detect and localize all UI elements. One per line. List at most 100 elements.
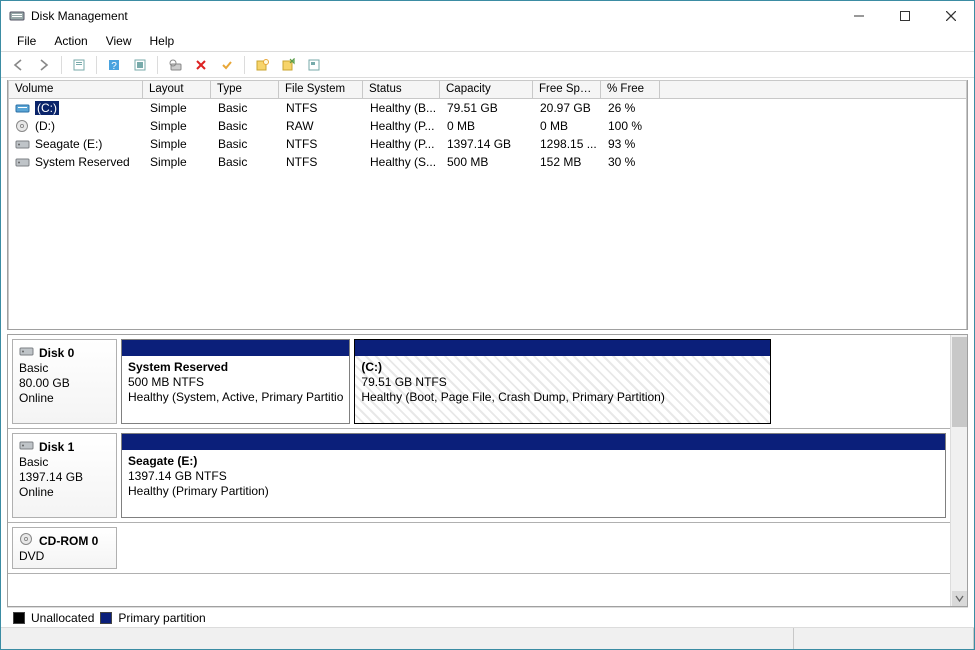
titlebar: Disk Management [1, 1, 974, 31]
disk-row[interactable]: Disk 1Basic1397.14 GBOnlineSeagate (E:)1… [8, 429, 950, 523]
volume-layout: Simple [144, 119, 212, 133]
partition-header-bar [355, 340, 770, 356]
svg-text:?: ? [111, 61, 117, 72]
content: Volume Layout Type File System Status Ca… [1, 78, 974, 627]
disk-icon [19, 532, 35, 549]
column-free[interactable]: Free Spa... [533, 80, 601, 98]
volume-status: Healthy (B... [364, 101, 441, 115]
separator [157, 56, 158, 74]
column-capacity[interactable]: Capacity [440, 80, 533, 98]
disk-status: Online [19, 485, 110, 500]
window-buttons [836, 1, 974, 31]
partition[interactable]: Seagate (E:)1397.14 GB NTFSHealthy (Prim… [121, 433, 946, 518]
disk-label-panel[interactable]: Disk 1Basic1397.14 GBOnline [12, 433, 117, 518]
volume-capacity: 1397.14 GB [441, 137, 534, 151]
volume-capacity: 500 MB [441, 155, 534, 169]
scrollbar-thumb[interactable] [952, 337, 967, 427]
disk-label-panel[interactable]: Disk 0Basic80.00 GBOnline [12, 339, 117, 424]
disk-map: Disk 0Basic80.00 GBOnlineSystem Reserved… [7, 334, 968, 607]
volume-free: 1298.15 ... [534, 137, 602, 151]
properties-button[interactable] [303, 54, 325, 76]
statusbar [1, 627, 974, 649]
volume-status: Healthy (P... [364, 137, 441, 151]
open-button[interactable] [277, 54, 299, 76]
volume-name: (D:) [35, 119, 55, 133]
menubar: File Action View Help [1, 31, 974, 51]
volume-capacity: 79.51 GB [441, 101, 534, 115]
disk-map-body[interactable]: Disk 0Basic80.00 GBOnlineSystem Reserved… [8, 335, 950, 606]
disk-label-panel[interactable]: CD-ROM 0DVD [12, 527, 117, 569]
volume-icon [15, 155, 31, 169]
volume-status: Healthy (P... [364, 119, 441, 133]
volume-pct: 93 % [602, 137, 661, 151]
disk-row[interactable]: CD-ROM 0DVD [8, 523, 950, 574]
volume-status: Healthy (S... [364, 155, 441, 169]
refresh-button[interactable] [68, 54, 90, 76]
disk-type: DVD [19, 549, 110, 564]
scroll-down-icon[interactable] [952, 591, 967, 606]
volume-pct: 100 % [602, 119, 661, 133]
help-button[interactable]: ? [103, 54, 125, 76]
volume-type: Basic [212, 119, 280, 133]
partition[interactable]: (C:)79.51 GB NTFSHealthy (Boot, Page Fil… [354, 339, 771, 424]
partition-sub: 1397.14 GB NTFS [128, 469, 227, 483]
volume-row[interactable]: Seagate (E:)SimpleBasicNTFSHealthy (P...… [9, 135, 966, 153]
legend-primary-label: Primary partition [118, 611, 205, 625]
partition-health: Healthy (Boot, Page File, Crash Dump, Pr… [361, 390, 664, 404]
settings-button[interactable] [129, 54, 151, 76]
minimize-button[interactable] [836, 1, 882, 31]
volume-icon [15, 101, 31, 115]
volume-list-header: Volume Layout Type File System Status Ca… [8, 80, 967, 99]
partition-health: Healthy (System, Active, Primary Partiti… [128, 390, 343, 404]
disk-icon [19, 438, 35, 455]
volume-capacity: 0 MB [441, 119, 534, 133]
partition[interactable]: System Reserved500 MB NTFSHealthy (Syste… [121, 339, 350, 424]
volume-free: 0 MB [534, 119, 602, 133]
back-button[interactable] [7, 54, 29, 76]
column-status[interactable]: Status [363, 80, 440, 98]
menu-action[interactable]: Action [46, 32, 95, 50]
volume-free: 152 MB [534, 155, 602, 169]
apply-button[interactable] [216, 54, 238, 76]
menu-file[interactable]: File [9, 32, 44, 50]
disk-name: CD-ROM 0 [39, 534, 98, 548]
scrollbar[interactable] [950, 335, 967, 606]
action-scan-button[interactable] [164, 54, 186, 76]
menu-view[interactable]: View [98, 32, 140, 50]
volume-row[interactable]: (C:)SimpleBasicNTFSHealthy (B...79.51 GB… [9, 99, 966, 117]
volume-type: Basic [212, 137, 280, 151]
column-layout[interactable]: Layout [143, 80, 211, 98]
app-icon [9, 8, 25, 24]
partition-title: Seagate (E:) [128, 454, 197, 468]
menu-help[interactable]: Help [142, 32, 183, 50]
volume-row[interactable]: (D:)SimpleBasicRAWHealthy (P...0 MB0 MB1… [9, 117, 966, 135]
volume-fs: NTFS [280, 155, 364, 169]
partition-sub: 79.51 GB NTFS [361, 375, 446, 389]
volume-name: System Reserved [35, 155, 130, 169]
volume-icon [15, 137, 31, 151]
delete-button[interactable] [190, 54, 212, 76]
window: Disk Management File Action View Help ? [0, 0, 975, 650]
column-volume[interactable]: Volume [8, 80, 143, 98]
disk-size: 1397.14 GB [19, 470, 110, 485]
column-filesystem[interactable]: File System [279, 80, 363, 98]
disk-row[interactable]: Disk 0Basic80.00 GBOnlineSystem Reserved… [8, 335, 950, 429]
close-button[interactable] [928, 1, 974, 31]
disk-size: 80.00 GB [19, 376, 110, 391]
maximize-button[interactable] [882, 1, 928, 31]
disk-graph [121, 527, 946, 569]
volume-list-body[interactable]: (C:)SimpleBasicNTFSHealthy (B...79.51 GB… [8, 99, 967, 329]
column-pct-free[interactable]: % Free [601, 80, 660, 98]
column-type[interactable]: Type [211, 80, 279, 98]
legend: Unallocated Primary partition [7, 607, 968, 627]
forward-button[interactable] [33, 54, 55, 76]
volume-row[interactable]: System ReservedSimpleBasicNTFSHealthy (S… [9, 153, 966, 171]
partition-title: System Reserved [128, 360, 228, 374]
new-volume-button[interactable] [251, 54, 273, 76]
partition-sub: 500 MB NTFS [128, 375, 204, 389]
separator [96, 56, 97, 74]
column-spacer [660, 80, 967, 98]
volume-fs: NTFS [280, 101, 364, 115]
statusbar-cell [1, 628, 794, 649]
partition-title: (C:) [361, 360, 382, 374]
